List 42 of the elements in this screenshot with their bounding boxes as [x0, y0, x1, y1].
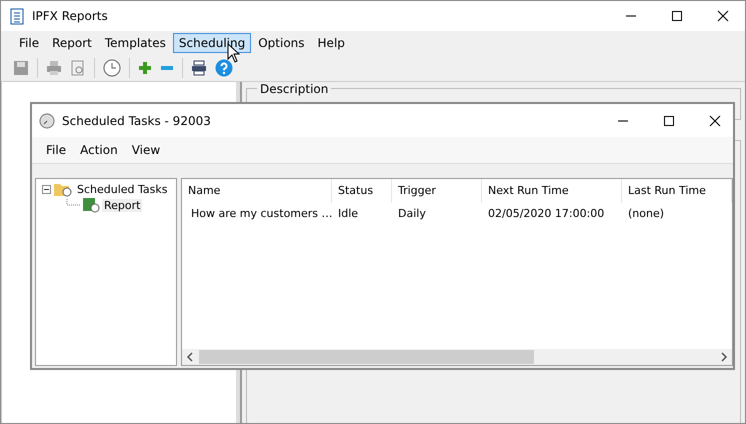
table-cell-text: Daily: [397, 206, 427, 220]
plus-icon[interactable]: [138, 61, 152, 75]
tree-item[interactable]: Report: [102, 198, 142, 212]
column-header[interactable]: Last Run Time: [622, 179, 732, 203]
table-cell-text: (none): [627, 206, 666, 220]
task-clock-icon: [82, 197, 100, 213]
maximize-icon[interactable]: [663, 114, 675, 126]
clock-icon: [39, 112, 55, 128]
folder-clock-icon: [53, 181, 73, 197]
column-header[interactable]: Name: [182, 179, 332, 203]
table-cell-text: 02/05/2020 17:00:00: [487, 206, 606, 220]
collapse-icon[interactable]: [42, 184, 51, 194]
menu-item[interactable]: Scheduling: [172, 33, 252, 53]
column-header[interactable]: Trigger: [392, 179, 482, 203]
column-header[interactable]: Status: [332, 179, 392, 203]
close-icon[interactable]: [709, 114, 721, 126]
preview-icon[interactable]: [70, 60, 86, 76]
horizontal-scrollbar[interactable]: [182, 349, 732, 365]
column-header[interactable]: Next Run Time: [482, 179, 622, 203]
menu-item[interactable]: Templates: [98, 33, 172, 53]
scroll-left-icon[interactable]: [185, 352, 195, 362]
table-cell-text: Idle: [337, 206, 360, 220]
table-cell: How are my customers …: [191, 206, 333, 220]
tree-item[interactable]: Scheduled Tasks: [75, 182, 170, 196]
menu-item[interactable]: Report: [46, 33, 98, 53]
menu-item[interactable]: Options: [252, 33, 311, 53]
clock-icon[interactable]: [103, 59, 121, 77]
dialog-title: Scheduled Tasks - 92003: [62, 114, 211, 128]
printer-icon[interactable]: [191, 60, 207, 76]
help-icon[interactable]: [215, 59, 233, 77]
report-icon: [10, 8, 24, 24]
menu-item[interactable]: File: [13, 33, 46, 53]
menu-item[interactable]: View: [124, 143, 168, 157]
maximize-icon[interactable]: [671, 10, 683, 22]
menu-item[interactable]: File: [39, 143, 74, 157]
window-title: IPFX Reports: [32, 9, 108, 23]
group-label: Description: [257, 82, 332, 96]
scroll-thumb[interactable]: [199, 350, 534, 364]
menu-item[interactable]: Help: [312, 33, 351, 53]
menu-item[interactable]: Action: [73, 143, 125, 157]
scroll-right-icon[interactable]: [719, 352, 729, 362]
close-icon[interactable]: [717, 10, 729, 22]
